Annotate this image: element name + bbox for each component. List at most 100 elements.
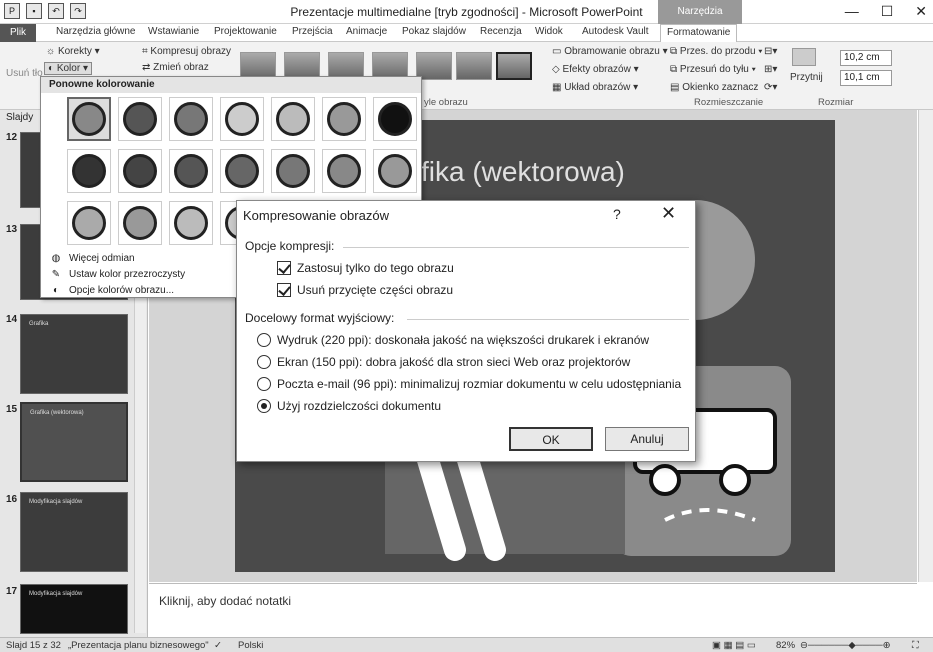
corrections-button[interactable]: ☼ Korekty ▾ (46, 46, 100, 57)
width-field[interactable]: 10,1 cm (840, 70, 892, 86)
ok-button[interactable]: OK (509, 427, 593, 451)
height-field[interactable]: 10,2 cm (840, 50, 892, 66)
change-picture-button[interactable]: ⇄ Zmień obraz (142, 62, 209, 73)
theme-name[interactable]: „Prezentacja planu biznesowego" (68, 640, 209, 651)
bear-icon (378, 102, 412, 136)
recolor-swatch[interactable] (67, 149, 111, 193)
ribbon-tabs: Plik Narzędzia główne Wstawianie Projekt… (0, 24, 933, 43)
tab-autodesk-vault[interactable]: Autodesk Vault (582, 26, 649, 37)
slide-thumb-14[interactable]: Grafika (20, 314, 128, 394)
fit-slide-icon[interactable]: ⛶ (912, 640, 919, 651)
view-buttons-icon[interactable]: ▣ ▦ ▤ ▭ (712, 640, 756, 651)
recolor-swatch[interactable] (220, 149, 264, 193)
tab-review[interactable]: Recenzja (480, 26, 522, 37)
tab-design[interactable]: Projektowanie (214, 26, 277, 37)
recolor-swatch[interactable] (118, 201, 162, 245)
bear-icon (174, 206, 208, 240)
close-button[interactable]: ✕ (915, 3, 927, 20)
delete-cropped-checkbox[interactable] (277, 283, 291, 297)
more-variants-item[interactable]: ◍ Więcej odmian (49, 253, 135, 264)
recolor-swatch[interactable] (322, 97, 366, 141)
document-resolution-option[interactable]: Użyj rozdzielczości dokumentu (257, 399, 441, 413)
recolor-swatch[interactable] (220, 97, 264, 141)
canvas-scrollbar[interactable] (918, 110, 933, 582)
recolor-swatch[interactable] (271, 97, 315, 141)
screen-radio[interactable] (257, 355, 271, 369)
recolor-swatch[interactable] (322, 149, 366, 193)
spellcheck-icon[interactable]: ✓ (214, 640, 222, 651)
recolor-swatch[interactable] (373, 97, 417, 141)
bear-icon (72, 154, 106, 188)
set-transparent-item[interactable]: ✎ Ustaw kolor przezroczysty (49, 269, 185, 280)
slide-thumb-15[interactable]: Grafika (wektorowa) (20, 402, 128, 482)
recolor-swatch[interactable] (118, 97, 162, 141)
rotate-icon[interactable]: ⟳▾ (764, 82, 777, 93)
slides-tab[interactable]: Slajdy (6, 112, 33, 123)
apply-only-checkbox[interactable] (277, 261, 291, 275)
slide-thumb-16[interactable]: Modyfikacja slajdów (20, 492, 128, 572)
tab-view[interactable]: Widok (535, 26, 563, 37)
slide-thumb-title-14: Grafika (29, 321, 49, 327)
recolor-swatch[interactable] (169, 149, 213, 193)
recolor-swatch[interactable] (271, 149, 315, 193)
document-resolution-radio[interactable] (257, 399, 271, 413)
print-option[interactable]: Wydruk (220 ppi): doskonała jakość na wi… (257, 333, 649, 347)
recolor-swatch[interactable] (373, 149, 417, 193)
delete-cropped-option[interactable]: Usuń przycięte części obrazu (277, 283, 453, 297)
color-options-item[interactable]: ◐ Opcje kolorów obrazu... (49, 285, 174, 296)
picture-effects-button[interactable]: ◇ Efekty obrazów ▾ (552, 64, 639, 75)
crop-icon[interactable] (792, 48, 816, 66)
recolor-swatch[interactable] (67, 201, 111, 245)
help-button[interactable]: ? (613, 206, 621, 222)
remove-background-button[interactable]: Usuń tło (6, 68, 43, 79)
apply-only-option[interactable]: Zastosuj tylko do tego obrazu (277, 261, 454, 275)
apply-only-label: Zastosuj tylko do tego obrazu (297, 261, 454, 275)
picture-style-7[interactable] (496, 52, 532, 80)
zoom-level[interactable]: 82% (776, 640, 795, 651)
title-bar: P ▪ ↶ ↷ Prezentacje multimedialne [tryb … (0, 0, 933, 41)
compress-pictures-button[interactable]: ⌗ Kompresuj obrazy (142, 46, 231, 57)
color-button[interactable]: ◐ Kolor ▾ (44, 62, 92, 75)
color-label: Kolor (56, 63, 81, 74)
tab-transitions[interactable]: Przejścia (292, 26, 333, 37)
tab-file[interactable]: Plik (0, 24, 36, 42)
cancel-button[interactable]: Anuluj (605, 427, 689, 451)
recolor-swatch[interactable] (67, 97, 111, 141)
email-radio[interactable] (257, 377, 271, 391)
bear-icon (327, 154, 361, 188)
tab-slideshow[interactable]: Pokaz slajdów (402, 26, 466, 37)
group-icon[interactable]: ⊞▾ (764, 64, 777, 75)
notes-pane[interactable]: Kliknij, aby dodać notatki (149, 583, 917, 637)
size-group-label: Rozmiar (818, 97, 854, 108)
language[interactable]: Polski (238, 640, 263, 651)
slide-number-17: 17 (6, 586, 18, 597)
screen-option[interactable]: Ekran (150 ppi): dobra jakość dla stron … (257, 355, 630, 369)
bring-forward-button[interactable]: ⧉ Przes. do przodu ▾ (670, 46, 763, 57)
picture-border-button[interactable]: ▭ Obramowanie obrazu ▾ (552, 46, 668, 57)
picture-layout-button[interactable]: ▦ Układ obrazów ▾ (552, 82, 638, 93)
dialog-close-button[interactable]: ✕ (661, 203, 676, 224)
selection-pane-button[interactable]: ▤ Okienko zaznacz (670, 82, 758, 93)
slide-thumb-title-17: Modyfikacja slajdów (29, 591, 83, 597)
slide-thumb-17[interactable]: Modyfikacja slajdów (20, 584, 128, 634)
tab-animations[interactable]: Animacje (346, 26, 387, 37)
slide-thumb-title-15: Grafika (wektorowa) (30, 410, 84, 416)
section-divider-2 (407, 319, 689, 320)
maximize-button[interactable]: ☐ (881, 3, 894, 20)
zoom-slider[interactable]: ⊖──────◆────⊕ (800, 640, 891, 651)
minimize-button[interactable]: — (845, 3, 859, 20)
tab-format[interactable]: Formatowanie (660, 24, 738, 43)
email-option[interactable]: Poczta e-mail (96 ppi): minimalizuj rozm… (257, 377, 681, 391)
bear-icon (225, 102, 259, 136)
send-backward-button[interactable]: ⧉ Przesuń do tyłu ▾ (670, 64, 756, 75)
crop-button[interactable]: Przytnij (790, 72, 823, 83)
tab-insert[interactable]: Wstawianie (148, 26, 199, 37)
notes-placeholder[interactable]: Kliknij, aby dodać notatki (159, 594, 291, 608)
recolor-swatch[interactable] (169, 201, 213, 245)
tab-home[interactable]: Narzędzia główne (56, 26, 136, 37)
recolor-swatch[interactable] (118, 149, 162, 193)
print-radio[interactable] (257, 333, 271, 347)
align-icon[interactable]: ⊟▾ (764, 46, 777, 57)
picture-style-6[interactable] (456, 52, 492, 80)
recolor-swatch[interactable] (169, 97, 213, 141)
